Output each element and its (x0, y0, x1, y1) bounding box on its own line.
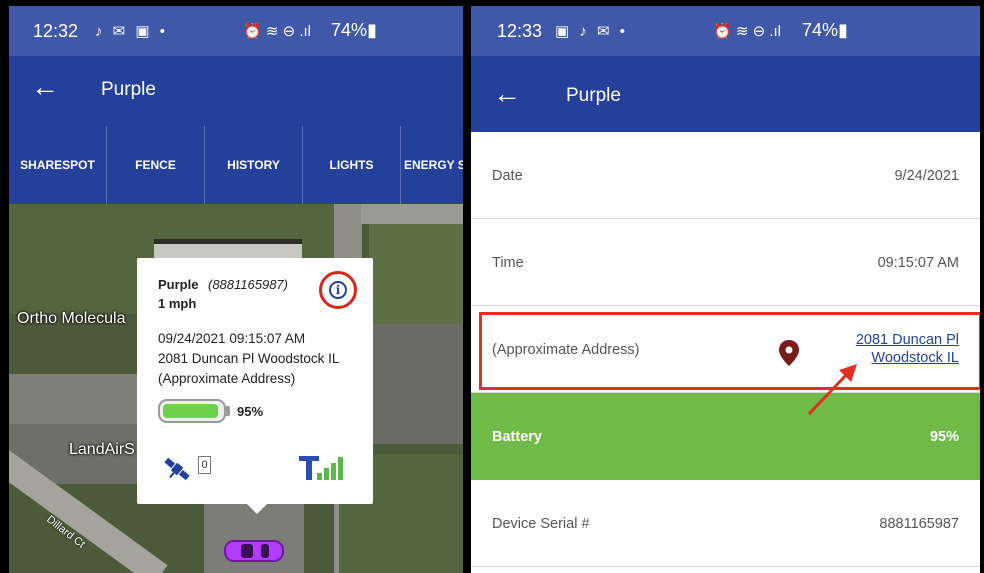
date-value: 9/24/2021 (894, 168, 959, 184)
device-id: (8881165987) (208, 277, 288, 292)
serial-label: Device Serial # (492, 516, 590, 532)
device-name: Purple (158, 277, 199, 292)
system-status-icons: ⏰ ≋ ⊖ .ıl (243, 23, 311, 40)
notification-icons: ♪ ✉ ▣ • (95, 23, 168, 40)
back-arrow-icon[interactable]: ← (31, 73, 59, 101)
app-bar: ← Purple (9, 56, 463, 126)
cell-signal-icon (299, 456, 343, 480)
tab-bar: SHARESPOT FENCE HISTORY LIGHTS ENERGY S (9, 126, 463, 204)
page-title: Purple (566, 85, 621, 106)
info-highlight-circle: i (319, 271, 357, 309)
left-phone-screen: 12:32 ♪ ✉ ▣ • ⏰ ≋ ⊖ .ıl 74%▮ ← Purple SH… (9, 6, 463, 573)
notification-icons: ▣ ♪ ✉ • (555, 23, 628, 40)
map-business-label: LandAirS (69, 441, 135, 458)
device-datetime: 09/24/2021 09:15:07 AM (158, 331, 306, 346)
map-building-edge (154, 239, 302, 244)
tab-energy-saver[interactable]: ENERGY S (401, 126, 463, 204)
annotation-arrow-icon (807, 364, 857, 416)
battery-value: 95% (929, 429, 959, 445)
tab-sharespot[interactable]: SHARESPOT (9, 126, 107, 204)
time-label: Time (492, 255, 524, 271)
satellite-count: 0 (198, 456, 211, 474)
status-bar: 12:33 ▣ ♪ ✉ • ⏰ ≋ ⊖ .ıl 74%▮ (471, 6, 980, 56)
battery-status: 74%▮ (802, 20, 848, 40)
map-view[interactable]: Ortho Molecula LandAirS Dillard Ct Purpl… (9, 204, 463, 573)
right-phone-screen: 12:33 ▣ ♪ ✉ • ⏰ ≋ ⊖ .ıl 74%▮ ← Purple Da… (471, 6, 980, 573)
app-bar: ← Purple (471, 56, 980, 132)
status-bar: 12:32 ♪ ✉ ▣ • ⏰ ≋ ⊖ .ıl 74%▮ (9, 6, 463, 56)
satellite-icon (164, 457, 190, 481)
status-time: 12:32 (33, 21, 79, 41)
battery-percent: 95% (237, 404, 264, 419)
address-highlight-box (479, 312, 980, 390)
battery-fill (163, 404, 218, 418)
device-speed: 1 mph (158, 296, 197, 311)
device-info-popup[interactable]: Purple (8881165987) 1 mph i 09/24/2021 0… (137, 258, 373, 514)
map-road (361, 204, 463, 224)
serial-value: 8881165987 (879, 516, 959, 532)
car-icon[interactable] (223, 537, 285, 565)
detail-row-date: Date 9/24/2021 (471, 132, 980, 219)
battery-label: Battery (492, 429, 542, 445)
date-label: Date (492, 168, 523, 184)
battery-status: 74%▮ (331, 20, 377, 40)
address-note: (Approximate Address) (158, 371, 296, 386)
status-time: 12:33 (497, 21, 543, 41)
time-value: 09:15:07 AM (877, 255, 959, 271)
battery-icon (158, 399, 230, 423)
detail-row-time: Time 09:15:07 AM (471, 219, 980, 306)
popup-pointer (247, 504, 267, 514)
map-business-label: Ortho Molecula (17, 310, 126, 327)
back-arrow-icon[interactable]: ← (493, 80, 521, 108)
tab-fence[interactable]: FENCE (107, 126, 205, 204)
map-grass (369, 224, 463, 324)
device-address: 2081 Duncan Pl Woodstock IL (158, 351, 340, 366)
page-title: Purple (101, 79, 156, 100)
detail-row-serial: Device Serial # 8881165987 (471, 480, 980, 567)
system-status-icons: ⏰ ≋ ⊖ .ıl (713, 23, 781, 40)
info-icon[interactable]: i (329, 281, 347, 299)
detail-row-battery: Battery 95% (471, 393, 980, 480)
tab-lights[interactable]: LIGHTS (303, 126, 401, 204)
tab-history[interactable]: HISTORY (205, 126, 303, 204)
